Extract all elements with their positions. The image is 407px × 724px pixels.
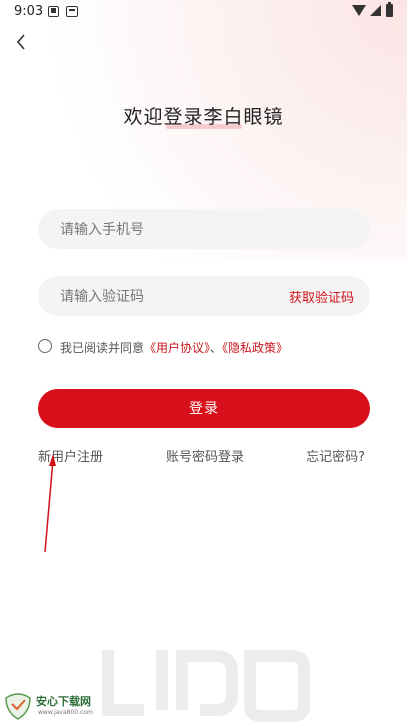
chevron-left-icon	[16, 34, 25, 50]
notification-icon	[48, 6, 59, 17]
phone-input[interactable]	[58, 209, 282, 251]
annotation-arrow	[44, 454, 56, 553]
lipo-logo-watermark	[102, 650, 310, 722]
wifi-icon	[352, 5, 366, 16]
agreement-separator: 、	[210, 341, 223, 355]
verification-code-input[interactable]	[58, 276, 282, 318]
agreement-text-group: 我已阅读并同意《用户协议》、《隐私政策》	[60, 339, 288, 356]
signal-icon	[370, 5, 381, 16]
user-agreement-link[interactable]: 《用户协议》	[144, 341, 210, 355]
login-button[interactable]: 登录	[38, 389, 370, 428]
agreement-checkbox[interactable]	[38, 339, 52, 353]
site-url: www.java800.com	[38, 709, 93, 716]
status-bar: 9:03	[0, 0, 407, 24]
password-login-link[interactable]: 账号密码登录	[166, 446, 244, 465]
site-name: 安心下载网	[36, 695, 91, 708]
forgot-password-link[interactable]: 忘记密码?	[306, 446, 365, 465]
agreement-text: 我已阅读并同意	[60, 341, 145, 355]
back-button[interactable]	[10, 30, 34, 54]
site-shield-icon	[5, 693, 31, 720]
get-code-button[interactable]: 获取验证码	[289, 287, 354, 306]
privacy-policy-link[interactable]: 《隐私政策》	[222, 341, 288, 355]
battery-icon	[386, 2, 393, 17]
page-title: 欢迎登录李白眼镜	[123, 106, 284, 128]
verification-code-field[interactable]: 获取验证码	[38, 276, 370, 318]
phone-field[interactable]	[38, 209, 370, 251]
screenshot-notification-icon	[66, 6, 78, 17]
status-time: 9:03	[14, 4, 44, 19]
